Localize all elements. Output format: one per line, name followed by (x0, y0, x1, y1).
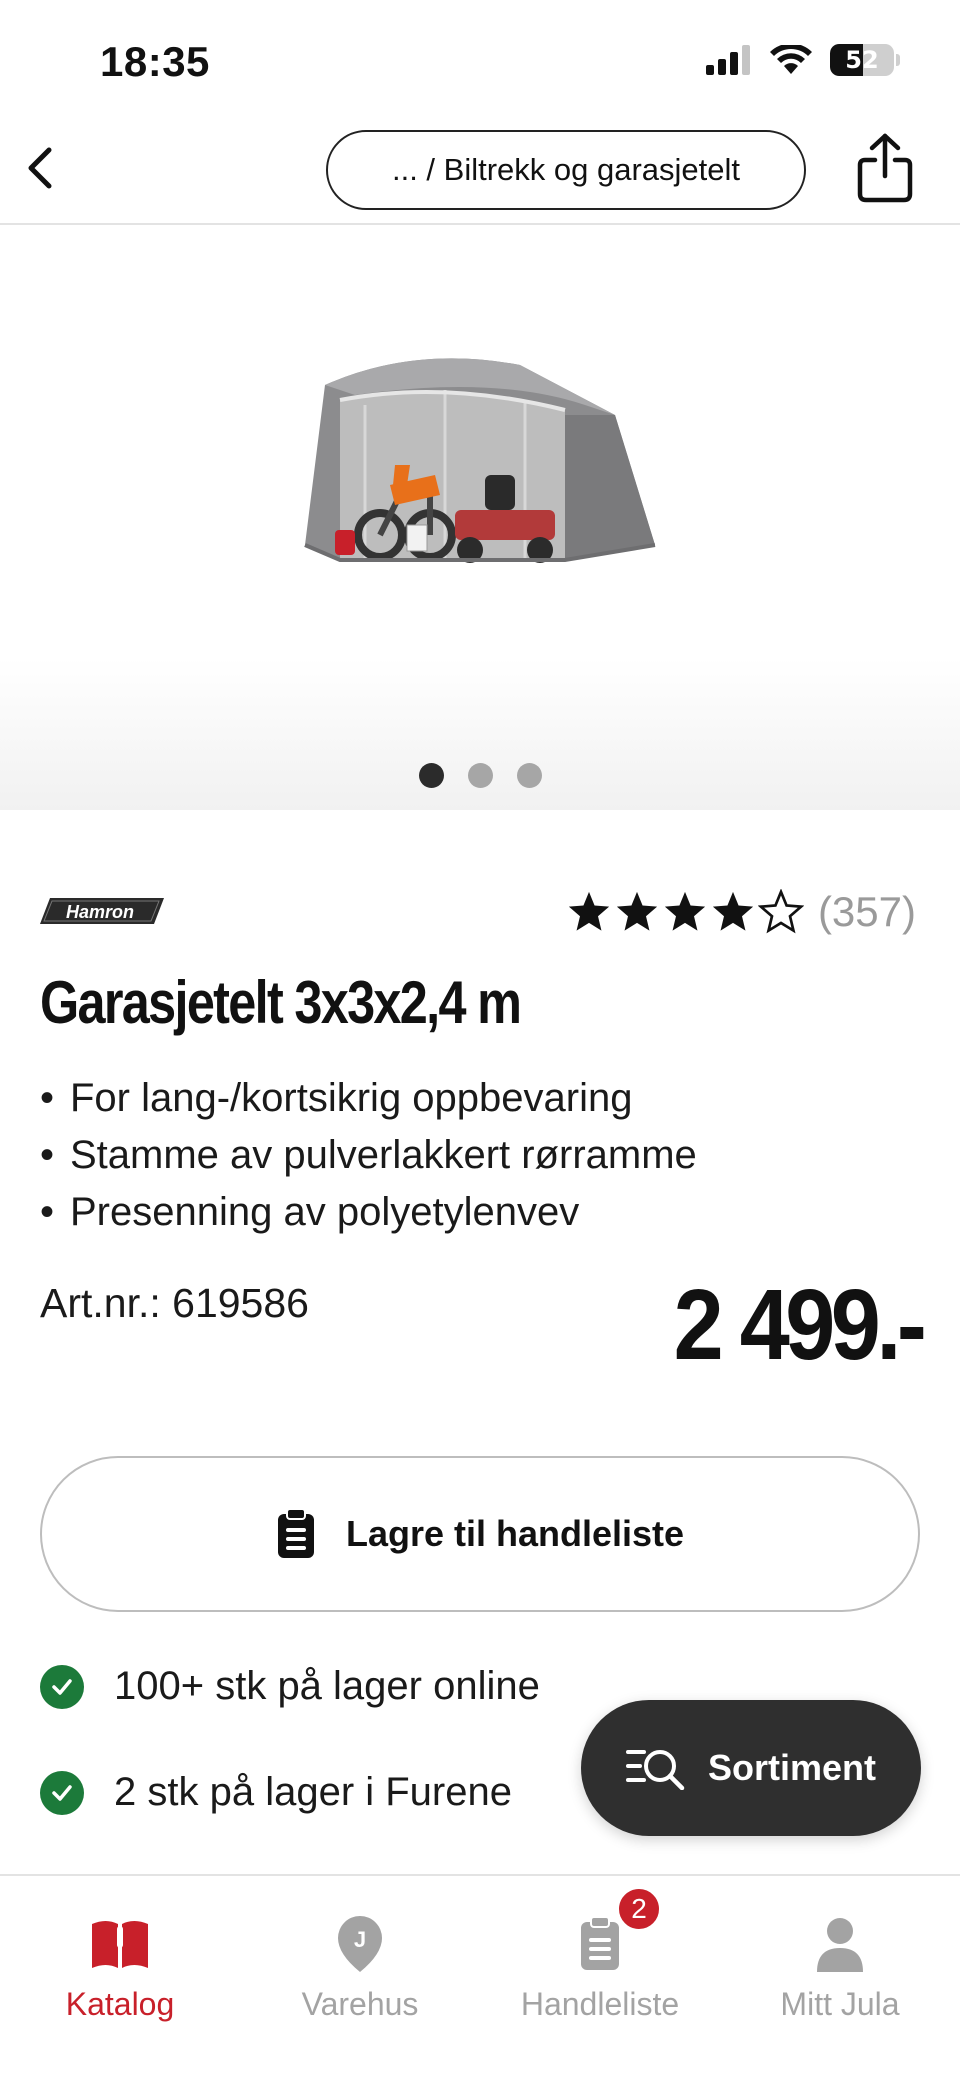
feature-item: • For lang-/kortsikrig oppbevaring (40, 1076, 633, 1120)
star-filled-icon (664, 891, 706, 931)
star-filled-icon (616, 891, 658, 931)
tab-katalog[interactable]: Katalog (0, 1876, 240, 2078)
battery-level: 52 (845, 46, 879, 74)
save-to-shopping-list-button[interactable]: Lagre til handleliste (40, 1456, 920, 1612)
rating-stars (566, 889, 804, 935)
star-filled-icon (568, 891, 610, 931)
star-empty-icon (757, 889, 804, 934)
review-count: (357) (817, 888, 916, 935)
tab-label: Mitt Jula (780, 1986, 900, 2022)
back-button[interactable] (10, 138, 70, 198)
product-title: Garasjetelt 3x3x2,4 m (40, 969, 522, 1036)
product-gallery[interactable] (0, 225, 960, 810)
person-icon (808, 1914, 872, 1974)
signal-icon (706, 45, 750, 75)
share-icon (857, 133, 913, 203)
check-circle-icon (40, 1664, 84, 1709)
tab-label: Katalog (65, 1986, 175, 2022)
stock-store: 2 stk på lager i Furene (40, 1770, 512, 1815)
stock-text: 2 stk på lager i Furene (114, 1770, 512, 1814)
feature-item: • Stamme av pulverlakkert rørramme (40, 1133, 697, 1177)
stock-text: 100+ stk på lager online (114, 1664, 540, 1708)
tab-label: Handleliste (520, 1986, 680, 2022)
wifi-icon (770, 45, 812, 74)
gallery-pagination (0, 763, 960, 788)
status-icons: 52 (706, 44, 900, 76)
tab-varehus[interactable]: J Varehus (240, 1876, 480, 2078)
chevron-left-icon (28, 147, 52, 189)
product-price: 2 499.- (673, 1269, 926, 1381)
gallery-dot[interactable] (418, 763, 444, 788)
status-time: 18:35 (100, 38, 210, 85)
star-filled-icon (712, 891, 754, 931)
tab-mitt-jula[interactable]: Mitt Jula (720, 1876, 960, 2078)
tab-handleliste[interactable]: 2 Handleliste (480, 1876, 720, 2078)
product-image (304, 358, 656, 563)
feature-list: • For lang-/kortsikrig oppbevaring • Stamm… (40, 1070, 697, 1241)
tab-bar: Katalog J Varehus 2 Handleliste Mitt Jul… (0, 1874, 960, 2078)
brand-logo: Hamron (40, 898, 164, 924)
book-icon (88, 1914, 152, 1974)
share-button[interactable] (850, 128, 920, 208)
svg-text:J: J (354, 1927, 366, 1952)
breadcrumb[interactable]: ... / Biltrekk og garasjetelt (326, 130, 806, 210)
check-circle-icon (40, 1770, 84, 1815)
tab-label: Varehus (301, 1986, 419, 2022)
clipboard-icon (277, 1508, 314, 1558)
battery-icon: 52 (830, 44, 900, 76)
shopping-list-badge: 2 (616, 1886, 662, 1932)
feature-item: • Presenning av polyetylenvev (40, 1190, 580, 1234)
save-button-label: Lagre til handleliste (345, 1513, 685, 1554)
stock-online: 100+ stk på lager online (40, 1664, 540, 1709)
gallery-dot[interactable] (467, 763, 493, 788)
svg-text:Hamron: Hamron (66, 902, 134, 922)
nav-bar: ... / Biltrekk og garasjetelt (0, 120, 960, 225)
location-pin-icon: J (328, 1914, 392, 1974)
product-rating[interactable]: (357) (566, 888, 916, 936)
article-number: Art.nr.: 619586 (40, 1280, 309, 1326)
sortiment-label: Sortiment (707, 1747, 876, 1788)
gallery-dot[interactable] (516, 763, 542, 788)
sortiment-button[interactable]: Sortiment (581, 1700, 921, 1836)
status-bar: 18:35 52 (0, 0, 960, 120)
search-list-icon (625, 1750, 685, 1790)
